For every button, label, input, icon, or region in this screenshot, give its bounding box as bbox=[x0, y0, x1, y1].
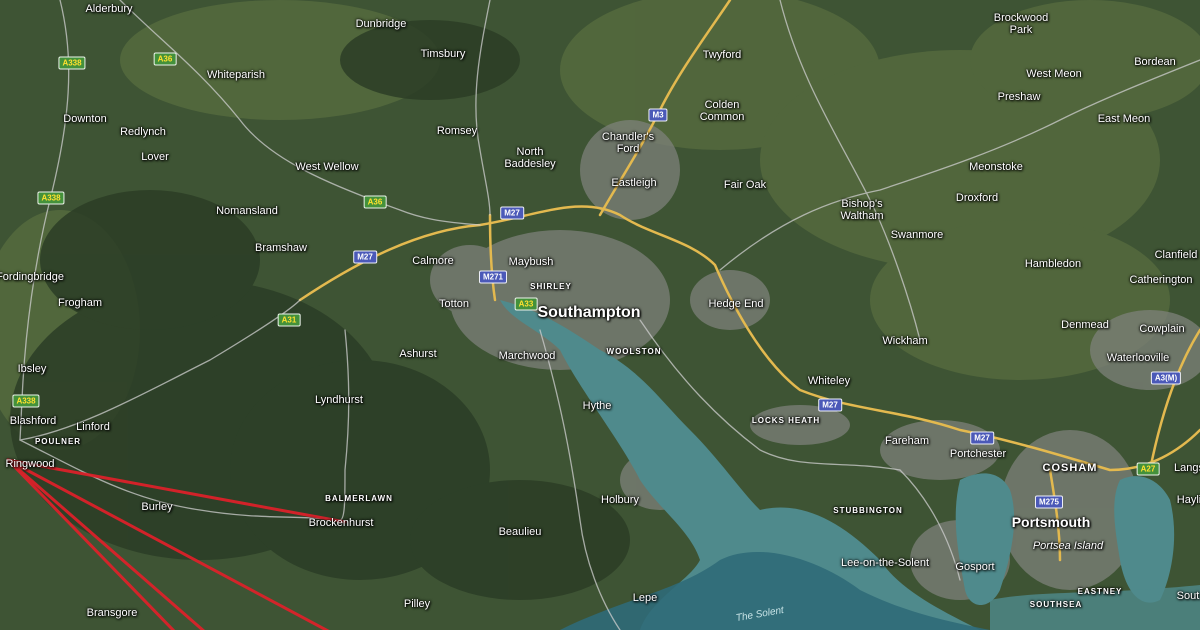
place-label-chandlers-ford-text: Chandler's Ford bbox=[601, 131, 655, 155]
place-label-denmead: Denmead bbox=[1061, 319, 1109, 331]
place-label-portchester: Portchester bbox=[949, 448, 1007, 460]
place-label-bransgore: Bransgore bbox=[86, 607, 138, 619]
place-label-marchwood: Marchwood bbox=[498, 350, 556, 362]
road-shield-a3m: A3(M) bbox=[1150, 371, 1182, 385]
road-shield-a36-west: A36 bbox=[153, 52, 177, 66]
place-label-eastney: EASTNEY bbox=[1077, 587, 1123, 596]
place-label-ringwood: Ringwood bbox=[5, 458, 55, 470]
place-label-whiteparish: Whiteparish bbox=[206, 69, 266, 81]
place-label-waterlooville: Waterlooville bbox=[1106, 352, 1170, 364]
place-label-meonstoke: Meonstoke bbox=[969, 161, 1023, 173]
place-label-portsea-island: Portsea Island bbox=[1032, 540, 1104, 552]
place-label-alderbury: Alderbury bbox=[85, 3, 133, 15]
road-shield-a33: A33 bbox=[514, 297, 538, 311]
place-label-stubbington: STUBBINGTON bbox=[833, 506, 903, 515]
place-label-swanmore: Swanmore bbox=[890, 229, 944, 241]
place-label-north-baddesley: North Baddesley bbox=[504, 146, 555, 170]
place-label-fareham: Fareham bbox=[884, 435, 930, 447]
place-label-bordean: Bordean bbox=[1134, 56, 1176, 68]
place-label-totton: Totton bbox=[439, 298, 469, 310]
place-label-colden-common-text: Colden Common bbox=[699, 99, 745, 123]
place-label-fair-oak: Fair Oak bbox=[723, 179, 767, 191]
road-shield-m27-north: M27 bbox=[500, 206, 524, 220]
place-label-eastleigh: Eastleigh bbox=[611, 177, 657, 189]
road-shield-a27: A27 bbox=[1136, 462, 1160, 476]
place-label-calmore: Calmore bbox=[412, 255, 454, 267]
place-label-colden-common: Colden Common bbox=[700, 99, 745, 123]
place-label-brockenhurst: Brockenhurst bbox=[308, 517, 374, 529]
road-shield-a338-south: A338 bbox=[12, 394, 40, 408]
place-label-clanfield: Clanfield bbox=[1154, 249, 1198, 261]
place-label-lover: Lover bbox=[141, 151, 169, 163]
place-label-shirley: SHIRLEY bbox=[530, 282, 572, 291]
place-label-timsbury: Timsbury bbox=[420, 48, 466, 60]
place-label-east-meon: East Meon bbox=[1097, 113, 1151, 125]
place-label-west-wellow: West Wellow bbox=[295, 161, 359, 173]
place-label-twyford: Twyford bbox=[702, 49, 742, 61]
place-label-romsey: Romsey bbox=[436, 125, 478, 137]
road-shield-a36-east: A36 bbox=[363, 195, 387, 209]
road-shield-a338-north: A338 bbox=[58, 56, 86, 70]
place-label-frogham: Frogham bbox=[57, 297, 103, 309]
place-label-lee-on-the-solent: Lee-on-the-Solent bbox=[840, 557, 930, 569]
place-label-downton: Downton bbox=[63, 113, 107, 125]
place-label-gosport: Gosport bbox=[955, 561, 995, 573]
place-label-nomansland: Nomansland bbox=[216, 205, 278, 217]
place-label-langs: Langs bbox=[1174, 462, 1200, 474]
place-label-lepe: Lepe bbox=[632, 592, 658, 604]
satellite-map[interactable]: Alderbury Dunbridge Timsbury Twyford Bro… bbox=[0, 0, 1200, 630]
place-label-hythe: Hythe bbox=[582, 400, 612, 412]
place-label-brockwood-park: Brockwood Park bbox=[994, 12, 1048, 36]
place-label-north-baddesley-text: North Baddesley bbox=[504, 146, 556, 170]
place-label-hayli: Hayli bbox=[1176, 494, 1200, 506]
road-shield-m27-east: M27 bbox=[818, 398, 842, 412]
place-label-wickham: Wickham bbox=[882, 335, 928, 347]
road-shield-m27-west: M27 bbox=[353, 250, 377, 264]
place-label-redlynch: Redlynch bbox=[120, 126, 166, 138]
place-label-holbury: Holbury bbox=[601, 494, 639, 506]
place-label-beaulieu: Beaulieu bbox=[498, 526, 542, 538]
place-label-pilley: Pilley bbox=[403, 598, 431, 610]
place-label-preshaw: Preshaw bbox=[997, 91, 1041, 103]
place-label-hedge-end: Hedge End bbox=[708, 298, 764, 310]
place-label-bramshaw: Bramshaw bbox=[255, 242, 307, 254]
road-shield-a338-mid: A338 bbox=[37, 191, 65, 205]
road-shield-m27-fareham: M27 bbox=[970, 431, 994, 445]
place-label-poulner: POULNER bbox=[34, 437, 82, 446]
place-label-southampton: Southampton bbox=[537, 304, 641, 321]
place-label-locks-heath: LOCKS HEATH bbox=[751, 416, 821, 425]
place-label-whiteley: Whiteley bbox=[807, 375, 851, 387]
place-label-west-meon: West Meon bbox=[1026, 68, 1082, 80]
road-shield-m271: M271 bbox=[478, 270, 508, 284]
place-label-ibsley: Ibsley bbox=[17, 363, 47, 375]
road-shield-a31: A31 bbox=[277, 313, 301, 327]
road-shield-m275: M275 bbox=[1034, 495, 1064, 509]
place-label-blashford: Blashford bbox=[9, 415, 57, 427]
place-label-droxford: Droxford bbox=[955, 192, 999, 204]
place-label-sout: Sout bbox=[1176, 590, 1200, 602]
place-label-southsea: SOUTHSEA bbox=[1029, 600, 1083, 609]
place-label-dunbridge: Dunbridge bbox=[355, 18, 407, 30]
place-label-maybush: Maybush bbox=[508, 256, 554, 268]
place-label-hambledon: Hambledon bbox=[1024, 258, 1082, 270]
road-shield-m3: M3 bbox=[648, 108, 668, 122]
place-label-catherington: Catherington bbox=[1129, 274, 1193, 286]
place-label-brockwood-park-text: Brockwood Park bbox=[993, 12, 1049, 36]
place-label-portsmouth: Portsmouth bbox=[1011, 514, 1091, 530]
place-label-burley: Burley bbox=[141, 501, 173, 513]
place-label-woolston: WOOLSTON bbox=[606, 347, 662, 356]
place-label-cowplain: Cowplain bbox=[1139, 323, 1185, 335]
place-label-ashurst: Ashurst bbox=[399, 348, 437, 360]
place-label-fordingbridge: Fordingbridge bbox=[0, 271, 64, 283]
place-label-linford: Linford bbox=[76, 421, 110, 433]
place-label-bishops-waltham-text: Bishop's Waltham bbox=[840, 198, 884, 222]
place-label-lyndhurst: Lyndhurst bbox=[315, 394, 363, 406]
place-label-cosham: COSHAM bbox=[1042, 462, 1098, 474]
place-label-bishops-waltham: Bishop's Waltham bbox=[841, 198, 884, 222]
place-label-balmerlawn: BALMERLAWN bbox=[325, 494, 393, 503]
place-label-chandlers-ford: Chandler's Ford bbox=[602, 131, 654, 155]
